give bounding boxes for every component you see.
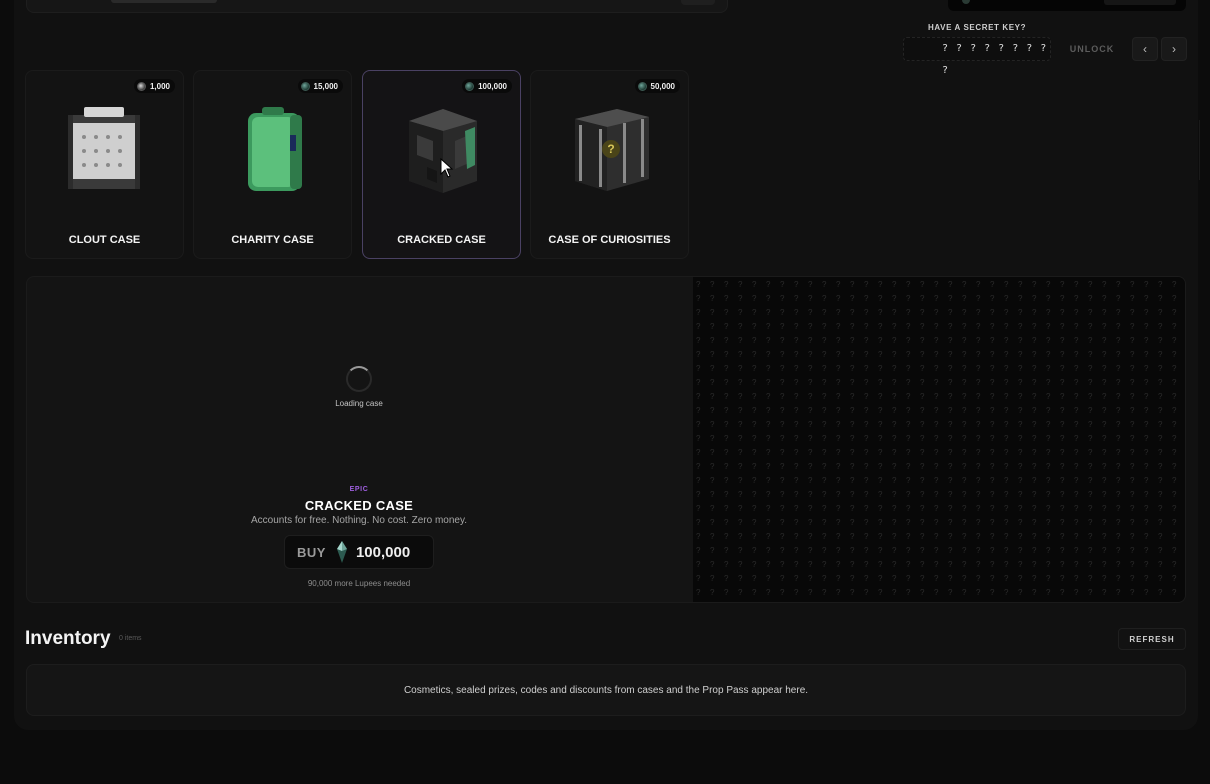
secret-key-input[interactable]: ? ? ? ? ? ? ? ? ? (903, 37, 1051, 76)
case-price: 100,000 (478, 81, 507, 91)
selected-case-title: CRACKED CASE (304, 498, 414, 513)
charity-case-image (247, 107, 302, 191)
case-name: CHARITY CASE (231, 234, 314, 246)
prev-button[interactable]: ‹ (1132, 37, 1158, 61)
balance-button[interactable] (1104, 0, 1176, 5)
case-price: 15,000 (313, 81, 338, 91)
buy-price: 100,000 (355, 543, 411, 561)
toolbar-tab[interactable] (111, 0, 217, 3)
curiosities-case-image: ? (574, 109, 649, 191)
cracked-case-image (408, 109, 477, 193)
inventory-title: Inventory (25, 628, 111, 649)
buy-label: BUY (297, 544, 326, 560)
clout-case-image (67, 107, 140, 189)
currency-icon (962, 0, 970, 4)
case-detail-panel: Loading case EPIC CRACKED CASE Accounts … (26, 276, 1186, 603)
case-card-curiosities[interactable]: 50,000 ? CASE OF CURIOSITIES (530, 70, 689, 259)
gem-currency-icon (637, 81, 647, 91)
sparkle-currency-icon (136, 81, 146, 91)
case-price-badge: 15,000 (297, 79, 343, 93)
gem-currency-icon (336, 541, 347, 563)
scrollbar-track[interactable] (1199, 120, 1200, 180)
inventory-count: 0 items (119, 635, 142, 642)
mouse-cursor-icon (440, 158, 454, 178)
case-card-charity[interactable]: 15,000 CHARITY CASE (193, 70, 352, 259)
svg-text:?: ? (607, 142, 614, 156)
inventory-empty-box: Cosmetics, sealed prizes, codes and disc… (26, 664, 1186, 716)
case-price-badge: 1,000 (133, 79, 175, 93)
top-toolbar (26, 0, 728, 13)
gem-currency-icon (300, 81, 310, 91)
case-contents-pattern: ? (693, 277, 1185, 602)
selected-case-description: Accounts for free. Nothing. No cost. Zer… (250, 515, 468, 526)
next-button[interactable]: › (1161, 37, 1187, 61)
case-name: CASE OF CURIOSITIES (548, 234, 671, 246)
balance-bar (948, 0, 1186, 11)
question-mark-pattern: ? (693, 277, 1185, 602)
case-name: CRACKED CASE (397, 234, 486, 246)
loading-text: Loading case (335, 399, 383, 408)
case-name: CLOUT CASE (68, 234, 141, 246)
case-price: 1,000 (149, 81, 170, 91)
funds-needed-text: 90,000 more Lupees needed (307, 579, 411, 588)
case-price-badge: 100,000 (462, 79, 512, 93)
secret-key-label: HAVE A SECRET KEY? (928, 23, 1027, 32)
toolbar-button[interactable] (681, 0, 715, 5)
gem-currency-icon (465, 81, 475, 91)
case-card-clout[interactable]: 1,000 CLOUT CASE (25, 70, 184, 259)
case-price-badge: 50,000 (634, 79, 680, 93)
refresh-button[interactable]: REFRESH (1118, 628, 1186, 650)
unlock-button[interactable]: UNLOCK (1056, 37, 1128, 61)
loading-spinner-icon (346, 366, 372, 392)
inventory-empty-text: Cosmetics, sealed prizes, codes and disc… (403, 684, 809, 696)
rarity-label: EPIC (349, 486, 369, 493)
case-price: 50,000 (650, 81, 675, 91)
buy-button[interactable]: BUY 100,000 (284, 535, 434, 569)
